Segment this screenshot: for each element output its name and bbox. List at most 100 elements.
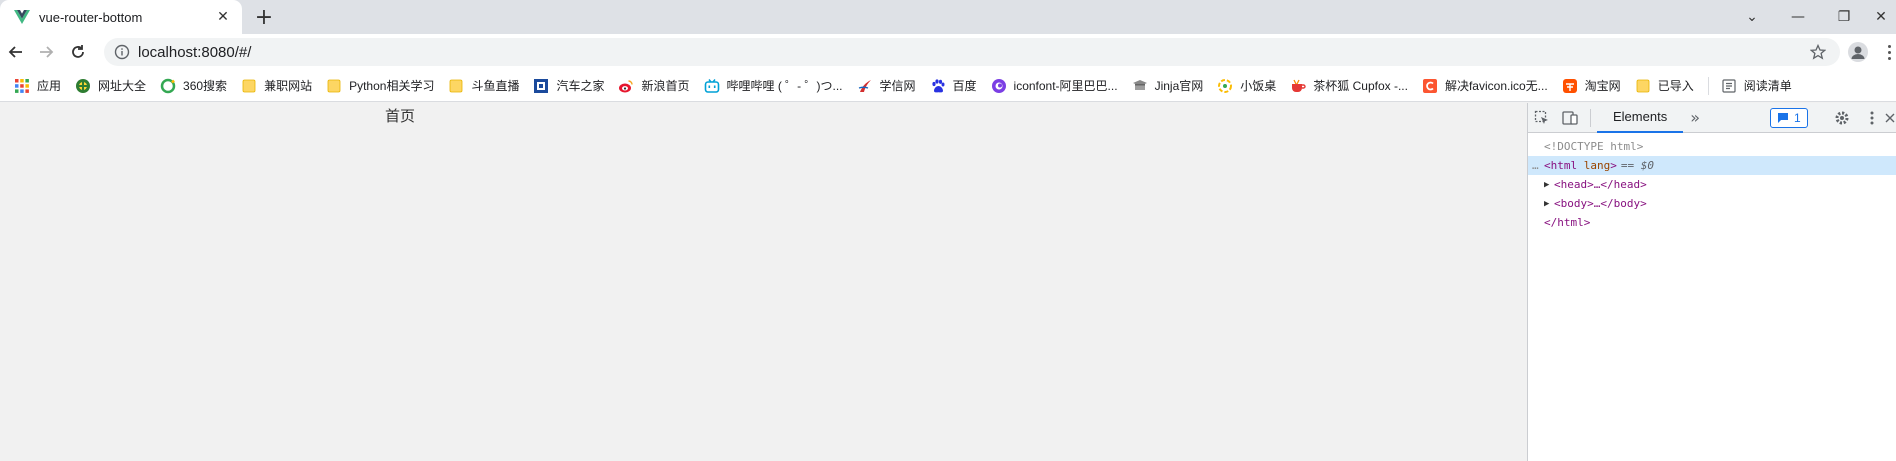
bookmark-label: 汽车之家 — [556, 79, 605, 93]
bookmark-csdn-favicon[interactable]: 解决favicon.ico无... — [1416, 74, 1554, 98]
tab-close-icon[interactable]: ✕ — [214, 8, 232, 26]
ellipsis-marker: … — [1532, 159, 1539, 172]
settings-gear-icon[interactable] — [1828, 104, 1856, 132]
vue-logo-icon — [14, 9, 30, 25]
dom-tree: <!DOCTYPE html> … <html lang > == $0 ▶ <h… — [1528, 133, 1896, 232]
bookmark-360[interactable]: 360搜索 — [154, 74, 233, 98]
more-tabs-icon[interactable]: » — [1683, 104, 1707, 132]
bookmark-sina[interactable]: 新浪首页 — [612, 74, 695, 98]
bookmark-label: 茶杯狐 Cupfox -... — [1313, 79, 1408, 93]
xuexin-icon — [857, 78, 873, 94]
bookmark-autohome[interactable]: 汽车之家 — [527, 74, 610, 98]
bookmark-label: 斗鱼直播 — [471, 79, 520, 93]
autohome-icon — [533, 78, 549, 94]
dom-node-doctype[interactable]: <!DOCTYPE html> — [1528, 137, 1896, 156]
profile-avatar-icon[interactable] — [1848, 42, 1868, 62]
bookmark-label: 小饭桌 — [1240, 79, 1277, 93]
bilibili-icon — [704, 78, 720, 94]
device-toggle-icon[interactable] — [1556, 104, 1584, 132]
message-icon — [1778, 113, 1788, 123]
restore-button[interactable]: ❐ — [1822, 0, 1866, 34]
bookmark-label: 哔哩哔哩 ( ゜- ゜)つ... — [726, 79, 843, 93]
bookmark-label: 网址大全 — [98, 79, 147, 93]
dom-node-body[interactable]: ▶ <body>…</body> — [1528, 194, 1896, 213]
bookmark-hao[interactable]: 网址大全 — [69, 74, 152, 98]
reload-button[interactable] — [66, 40, 90, 64]
hao-icon — [75, 78, 91, 94]
head-tag: <head>…</head> — [1554, 178, 1647, 191]
minimize-button[interactable]: — — [1776, 0, 1820, 34]
bookmark-apps[interactable]: 应用 — [8, 74, 67, 98]
browser-menu-icon[interactable] — [1882, 42, 1896, 62]
bookmark-iconfont[interactable]: iconfont-阿里巴巴... — [985, 74, 1124, 98]
bookmarks-divider — [1707, 76, 1709, 95]
bookmark-baidu[interactable]: 百度 — [924, 74, 983, 98]
dom-node-html[interactable]: … <html lang > == $0 — [1528, 156, 1896, 175]
bookmark-bilibili[interactable]: 哔哩哔哩 ( ゜- ゜)つ... — [698, 74, 849, 98]
jinja-icon — [1132, 78, 1148, 94]
dom-node-head[interactable]: ▶ <head>…</head> — [1528, 175, 1896, 194]
folder-icon — [1635, 78, 1651, 94]
arrow-left-icon — [8, 46, 22, 58]
reading-list-button[interactable]: 阅读清单 — [1715, 74, 1798, 98]
folder-icon — [241, 78, 257, 94]
page-viewport: 首页 — [0, 103, 1527, 461]
bookmark-folder-jianzhi[interactable]: 兼职网站 — [235, 74, 318, 98]
bookmark-folder-douyu[interactable]: 斗鱼直播 — [442, 74, 525, 98]
bookmark-label: 淘宝网 — [1584, 79, 1621, 93]
cupfox-icon — [1290, 78, 1306, 94]
body-tag: <body>…</body> — [1554, 197, 1647, 210]
issues-count: 1 — [1794, 111, 1801, 125]
address-bar[interactable]: localhost:8080/#/ — [104, 38, 1840, 66]
url-text[interactable]: localhost:8080/#/ — [138, 44, 1806, 61]
taobao-icon — [1562, 78, 1578, 94]
forward-button[interactable] — [34, 40, 58, 64]
tab-search-icon[interactable]: ⌄ — [1730, 0, 1774, 34]
tab-vue-router-bottom[interactable]: vue-router-bottom ✕ — [0, 0, 242, 34]
tab-elements[interactable]: Elements — [1597, 103, 1684, 133]
close-window-button[interactable]: ✕ — [1866, 0, 1896, 34]
issues-badge[interactable]: 1 — [1770, 108, 1808, 128]
browser-toolbar: localhost:8080/#/ — [0, 34, 1896, 70]
folder-icon — [448, 78, 464, 94]
page-heading: 首页 — [385, 107, 416, 125]
bookmark-taobao[interactable]: 淘宝网 — [1556, 74, 1627, 98]
apps-grid-icon — [14, 78, 30, 94]
html-tag: <html — [1544, 159, 1578, 172]
doctype-text: <!DOCTYPE html> — [1544, 140, 1644, 153]
bookmarks-bar: 应用 网址大全 360搜索 兼职网站 Python相关学习 斗鱼直播 汽车之家 — [0, 70, 1896, 102]
reload-icon — [72, 45, 84, 58]
bookmark-xuexin[interactable]: 学信网 — [851, 74, 922, 98]
folder-icon — [326, 78, 342, 94]
bookmark-label: 百度 — [952, 79, 977, 93]
xiaofanzhuo-icon — [1217, 78, 1233, 94]
bookmark-folder-python[interactable]: Python相关学习 — [320, 74, 440, 98]
devtools-divider — [1590, 108, 1591, 127]
expand-triangle-icon[interactable]: ▶ — [1544, 199, 1554, 209]
expand-triangle-icon[interactable]: ▶ — [1544, 180, 1554, 190]
info-icon[interactable] — [114, 44, 130, 60]
back-button[interactable] — [4, 40, 28, 64]
inspect-element-icon[interactable] — [1528, 104, 1556, 132]
new-tab-button[interactable]: + — [252, 6, 276, 30]
html-attr: lang — [1583, 159, 1611, 172]
reading-list-icon — [1721, 78, 1737, 94]
360-icon — [160, 78, 176, 94]
devtools-close-icon[interactable] — [1880, 104, 1896, 132]
bookmark-folder-imported[interactable]: 已导入 — [1629, 74, 1700, 98]
tab-title: vue-router-bottom — [39, 9, 143, 25]
bookmark-xiaofanzhuo[interactable]: 小饭桌 — [1211, 74, 1282, 98]
iconfont-icon — [991, 78, 1007, 94]
bookmark-label: Python相关学习 — [349, 79, 435, 93]
dom-node-html-end[interactable]: </html> — [1528, 213, 1896, 232]
bookmark-label: 兼职网站 — [264, 79, 313, 93]
bookmark-jinja[interactable]: Jinja官网 — [1126, 74, 1210, 98]
bookmark-star-icon[interactable] — [1806, 40, 1830, 64]
devtools-panel: Elements » 1 <!DOCTYPE html> … <html lan… — [1527, 103, 1896, 461]
devtools-toolbar: Elements » 1 — [1528, 103, 1896, 133]
bookmark-cupfox[interactable]: 茶杯狐 Cupfox -... — [1284, 74, 1414, 98]
selected-marker: == $0 — [1620, 159, 1654, 172]
baidu-paw-icon — [930, 78, 946, 94]
tab-strip: vue-router-bottom ✕ + ⌄ — ❐ ✕ — [0, 0, 1896, 34]
arrow-right-icon — [40, 46, 54, 58]
